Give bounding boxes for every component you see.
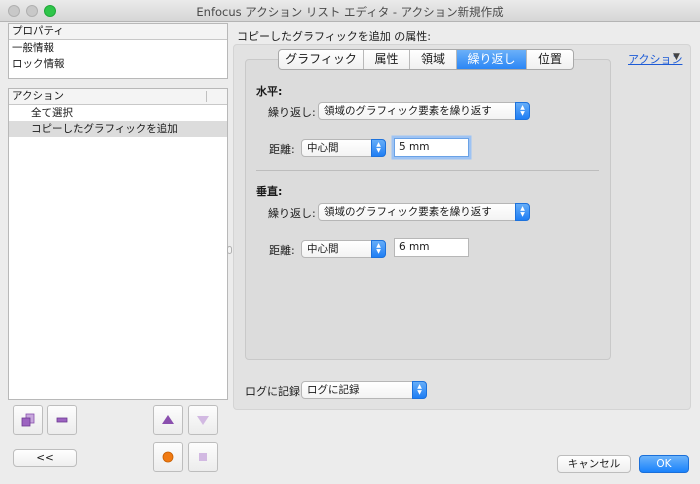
column-separator (206, 91, 207, 102)
tab-bar: グラフィック 属性 領域 繰り返し 位置 (278, 49, 574, 70)
move-up-button[interactable] (153, 405, 183, 435)
horizontal-repeat-select[interactable]: 領域のグラフィック要素を繰り返す ▲ ▼ (318, 102, 530, 120)
record-button[interactable] (153, 442, 183, 472)
dropdown-arrow-icon[interactable]: ▼ (673, 52, 680, 62)
property-item-general[interactable]: 一般情報 (9, 40, 227, 56)
vertical-distance-input[interactable]: 6 mm (394, 238, 469, 257)
vertical-distance-mode-value: 中心間 (307, 243, 339, 255)
remove-action-button[interactable] (47, 405, 77, 435)
vertical-section-title: 垂直: (256, 185, 283, 198)
select-arrows-icon: ▲ ▼ (371, 139, 386, 157)
action-item-select-all[interactable]: 全て選択 (9, 105, 227, 121)
select-arrows-icon: ▲ ▼ (412, 381, 427, 399)
action-item-add-copied-graphic[interactable]: コピーしたグラフィックを追加 (9, 121, 227, 137)
horizontal-repeat-value: 領域のグラフィック要素を繰り返す (324, 105, 492, 117)
tab-position[interactable]: 位置 (527, 50, 573, 69)
horizontal-distance-mode-select[interactable]: 中心間 ▲ ▼ (301, 139, 386, 157)
select-arrows-icon: ▲ ▼ (371, 240, 386, 258)
add-action-icon (14, 406, 42, 434)
vertical-distance-mode-select[interactable]: 中心間 ▲ ▼ (301, 240, 386, 258)
vertical-distance-label: 距離: (269, 244, 295, 257)
horizontal-repeat-label: 繰り返し: (268, 106, 316, 119)
section-divider (256, 170, 599, 171)
log-select[interactable]: ログに記録 ▲ ▼ (301, 381, 427, 399)
add-action-button[interactable] (13, 405, 43, 435)
ok-button[interactable]: OK (639, 455, 689, 473)
vertical-repeat-select[interactable]: 領域のグラフィック要素を繰り返す ▲ ▼ (318, 203, 530, 221)
tab-attributes[interactable]: 属性 (364, 50, 410, 69)
stop-button[interactable] (188, 442, 218, 472)
horizontal-distance-input[interactable]: 5 mm (394, 138, 469, 157)
select-arrows-icon: ▲ ▼ (515, 102, 530, 120)
actions-panel: アクション 全て選択 コピーしたグラフィックを追加 (8, 88, 228, 400)
tab-area[interactable]: 領域 (410, 50, 457, 69)
log-label: ログに記録 (245, 385, 300, 398)
triangle-up-icon (154, 406, 182, 434)
actions-header-label: アクション (12, 90, 64, 102)
attributes-label: コピーしたグラフィックを追加 の属性: (237, 30, 431, 43)
minus-icon (48, 406, 76, 434)
horizontal-section-title: 水平: (256, 85, 283, 98)
cancel-button[interactable]: キャンセル (557, 455, 631, 473)
move-down-button[interactable] (188, 405, 218, 435)
window-title: Enfocus アクション リスト エディタ - アクション新規作成 (196, 5, 504, 19)
collapse-button[interactable]: << (13, 449, 77, 467)
horizontal-distance-mode-value: 中心間 (307, 142, 339, 154)
tab-repeat[interactable]: 繰り返し (457, 50, 527, 69)
actions-header: アクション (9, 89, 227, 105)
horizontal-distance-label: 距離: (269, 143, 295, 156)
tab-graphic[interactable]: グラフィック (279, 50, 364, 69)
triangle-down-icon (189, 406, 217, 434)
property-item-lock[interactable]: ロック情報 (9, 56, 227, 72)
properties-panel: プロパティ 一般情報 ロック情報 (8, 23, 228, 79)
properties-header: プロパティ (9, 24, 227, 40)
log-value: ログに記録 (307, 384, 360, 396)
record-icon (154, 443, 182, 471)
vertical-repeat-label: 繰り返し: (268, 207, 316, 220)
splitter-handle[interactable] (227, 246, 232, 254)
select-arrows-icon: ▲ ▼ (515, 203, 530, 221)
vertical-repeat-value: 領域のグラフィック要素を繰り返す (324, 206, 492, 218)
stop-icon (189, 443, 217, 471)
title-bar: Enfocus アクション リスト エディタ - アクション新規作成 (0, 0, 700, 22)
